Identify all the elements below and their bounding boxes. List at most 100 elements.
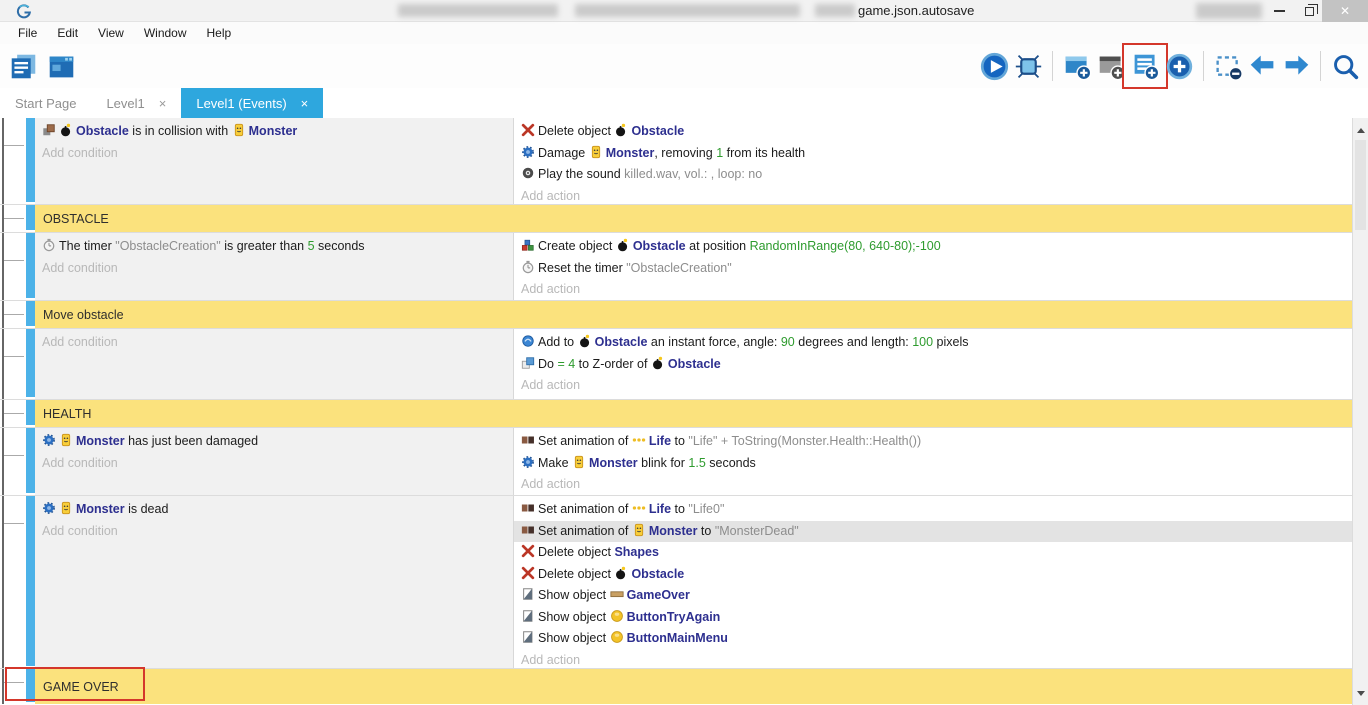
event-selection-bar[interactable] [26, 496, 35, 666]
event-action[interactable]: Set animation of Life to "Life" + ToStri… [514, 431, 1352, 453]
add-condition-link[interactable]: Add condition [35, 258, 513, 280]
events-sheet-button[interactable] [6, 49, 40, 83]
add-condition-link[interactable]: Add condition [35, 453, 513, 475]
add-condition-link[interactable]: Add condition [35, 521, 513, 543]
event-action[interactable]: Play the sound killed.wav, vol.: , loop:… [514, 164, 1352, 186]
tab-label: Level1 [106, 96, 144, 111]
search-icon [1331, 52, 1360, 81]
tab-label: Start Page [15, 96, 76, 111]
search-button[interactable] [1328, 49, 1362, 83]
event-action[interactable]: Damage Monster, removing 1 from its heal… [514, 143, 1352, 165]
add-action-link[interactable]: Add action [514, 375, 1352, 397]
scroll-down-arrow-icon[interactable] [1353, 685, 1368, 701]
close-icon: ✕ [1340, 4, 1350, 18]
button-icon [610, 609, 624, 623]
tab-start-page[interactable]: Start Page [0, 88, 91, 118]
event-action[interactable]: Reset the timer "ObstacleCreation" [514, 258, 1352, 280]
add-condition-link[interactable]: Add condition [35, 332, 513, 354]
delete-icon [521, 123, 535, 137]
text-segment: is greater than [221, 239, 308, 253]
event-action[interactable]: Show object ButtonTryAgain [514, 607, 1352, 629]
vertical-scrollbar[interactable] [1352, 118, 1368, 705]
menu-edit[interactable]: Edit [47, 23, 88, 43]
add-action-link[interactable]: Add action [514, 279, 1352, 301]
close-tab-icon[interactable]: × [301, 96, 309, 111]
toolbar [0, 44, 1368, 88]
close-tab-icon[interactable]: × [159, 96, 167, 111]
debug-button[interactable] [1011, 49, 1045, 83]
conditions-column[interactable]: Add condition [35, 329, 514, 399]
event-selection-bar[interactable] [26, 669, 35, 702]
event-action[interactable]: Make Monster blink for 1.5 seconds [514, 453, 1352, 475]
add-circle-icon [1165, 52, 1194, 81]
redacted-text [575, 4, 800, 17]
gdevelop-logo-icon [16, 3, 32, 19]
event-action[interactable]: Set animation of Monster to "MonsterDead… [514, 521, 1352, 543]
minimize-button[interactable] [1264, 0, 1294, 22]
menu-file[interactable]: File [8, 23, 47, 43]
event-selection-bar[interactable] [26, 400, 35, 425]
event-action[interactable]: Delete object Obstacle [514, 121, 1352, 143]
add-action-link[interactable]: Add action [514, 186, 1352, 206]
add-external-button[interactable] [1094, 49, 1128, 83]
conditions-column[interactable]: The timer "ObstacleCreation" is greater … [35, 233, 514, 300]
text-segment: to [697, 524, 714, 538]
event-action[interactable]: Show object GameOver [514, 585, 1352, 607]
event-row: Monster is deadAdd conditionSet animatio… [0, 496, 1352, 669]
event-selection-bar[interactable] [26, 428, 35, 493]
conditions-column[interactable]: Monster has just been damagedAdd conditi… [35, 428, 514, 495]
play-button[interactable] [977, 49, 1011, 83]
event-action[interactable]: Delete object Obstacle [514, 564, 1352, 586]
text-segment: Play the sound [538, 167, 624, 181]
undo-button[interactable] [1245, 49, 1279, 83]
scroll-up-arrow-icon[interactable] [1353, 122, 1368, 138]
event-action[interactable]: Do = 4 to Z-order of Obstacle [514, 354, 1352, 376]
event-selection-bar[interactable] [26, 301, 35, 326]
add-object-button[interactable] [1060, 49, 1094, 83]
event-tree-gutter [0, 233, 26, 300]
scrollbar-thumb[interactable] [1355, 140, 1366, 230]
group-header[interactable]: GAME OVER [35, 669, 1352, 704]
event-selection-bar[interactable] [26, 118, 35, 202]
maximize-button[interactable] [1296, 0, 1322, 22]
menu-help[interactable]: Help [197, 23, 242, 43]
add-action-link[interactable]: Add action [514, 650, 1352, 670]
event-selection-bar[interactable] [26, 329, 35, 397]
group-header[interactable]: OBSTACLE [35, 205, 1352, 232]
menu-view[interactable]: View [88, 23, 134, 43]
scene-editor-button[interactable] [44, 49, 78, 83]
actions-column[interactable]: Delete object ObstacleDamage Monster, re… [514, 118, 1352, 204]
close-button[interactable]: ✕ [1322, 0, 1368, 22]
actions-column[interactable]: Create object Obstacle at position Rando… [514, 233, 1352, 300]
tab-level1[interactable]: Level1 × [91, 88, 181, 118]
conditions-column[interactable]: Monster is deadAdd condition [35, 496, 514, 668]
event-action[interactable]: Add to Obstacle an instant force, angle:… [514, 332, 1352, 354]
conditions-column[interactable]: Obstacle is in collision with MonsterAdd… [35, 118, 514, 204]
event-condition[interactable]: Obstacle is in collision with Monster [35, 121, 513, 143]
add-circle-button[interactable] [1162, 49, 1196, 83]
menu-window[interactable]: Window [134, 23, 197, 43]
event-action[interactable]: Delete object Shapes [514, 542, 1352, 564]
event-selection-bar[interactable] [26, 233, 35, 298]
show-icon [521, 609, 535, 623]
event-selection-bar[interactable] [26, 205, 35, 230]
event-condition[interactable]: Monster has just been damaged [35, 431, 513, 453]
redo-button[interactable] [1279, 49, 1313, 83]
event-condition[interactable]: Monster is dead [35, 499, 513, 521]
group-header[interactable]: HEALTH [35, 400, 1352, 427]
add-event-button[interactable] [1128, 49, 1162, 83]
group-header[interactable]: Move obstacle [35, 301, 1352, 328]
add-condition-link[interactable]: Add condition [35, 143, 513, 165]
remove-selection-button[interactable] [1211, 49, 1245, 83]
actions-column[interactable]: Set animation of Life to "Life" + ToStri… [514, 428, 1352, 495]
add-action-link[interactable]: Add action [514, 474, 1352, 496]
event-action[interactable]: Create object Obstacle at position Rando… [514, 236, 1352, 258]
actions-column[interactable]: Set animation of Life to "Life0"Set anim… [514, 496, 1352, 668]
tab-level1-events-[interactable]: Level1 (Events)× [181, 88, 323, 118]
event-action[interactable]: Set animation of Life to "Life0" [514, 499, 1352, 521]
actions-column[interactable]: Add to Obstacle an instant force, angle:… [514, 329, 1352, 399]
event-action[interactable]: Show object ButtonMainMenu [514, 628, 1352, 650]
life-icon [632, 433, 646, 447]
event-condition[interactable]: The timer "ObstacleCreation" is greater … [35, 236, 513, 258]
bomb-icon [59, 123, 73, 137]
